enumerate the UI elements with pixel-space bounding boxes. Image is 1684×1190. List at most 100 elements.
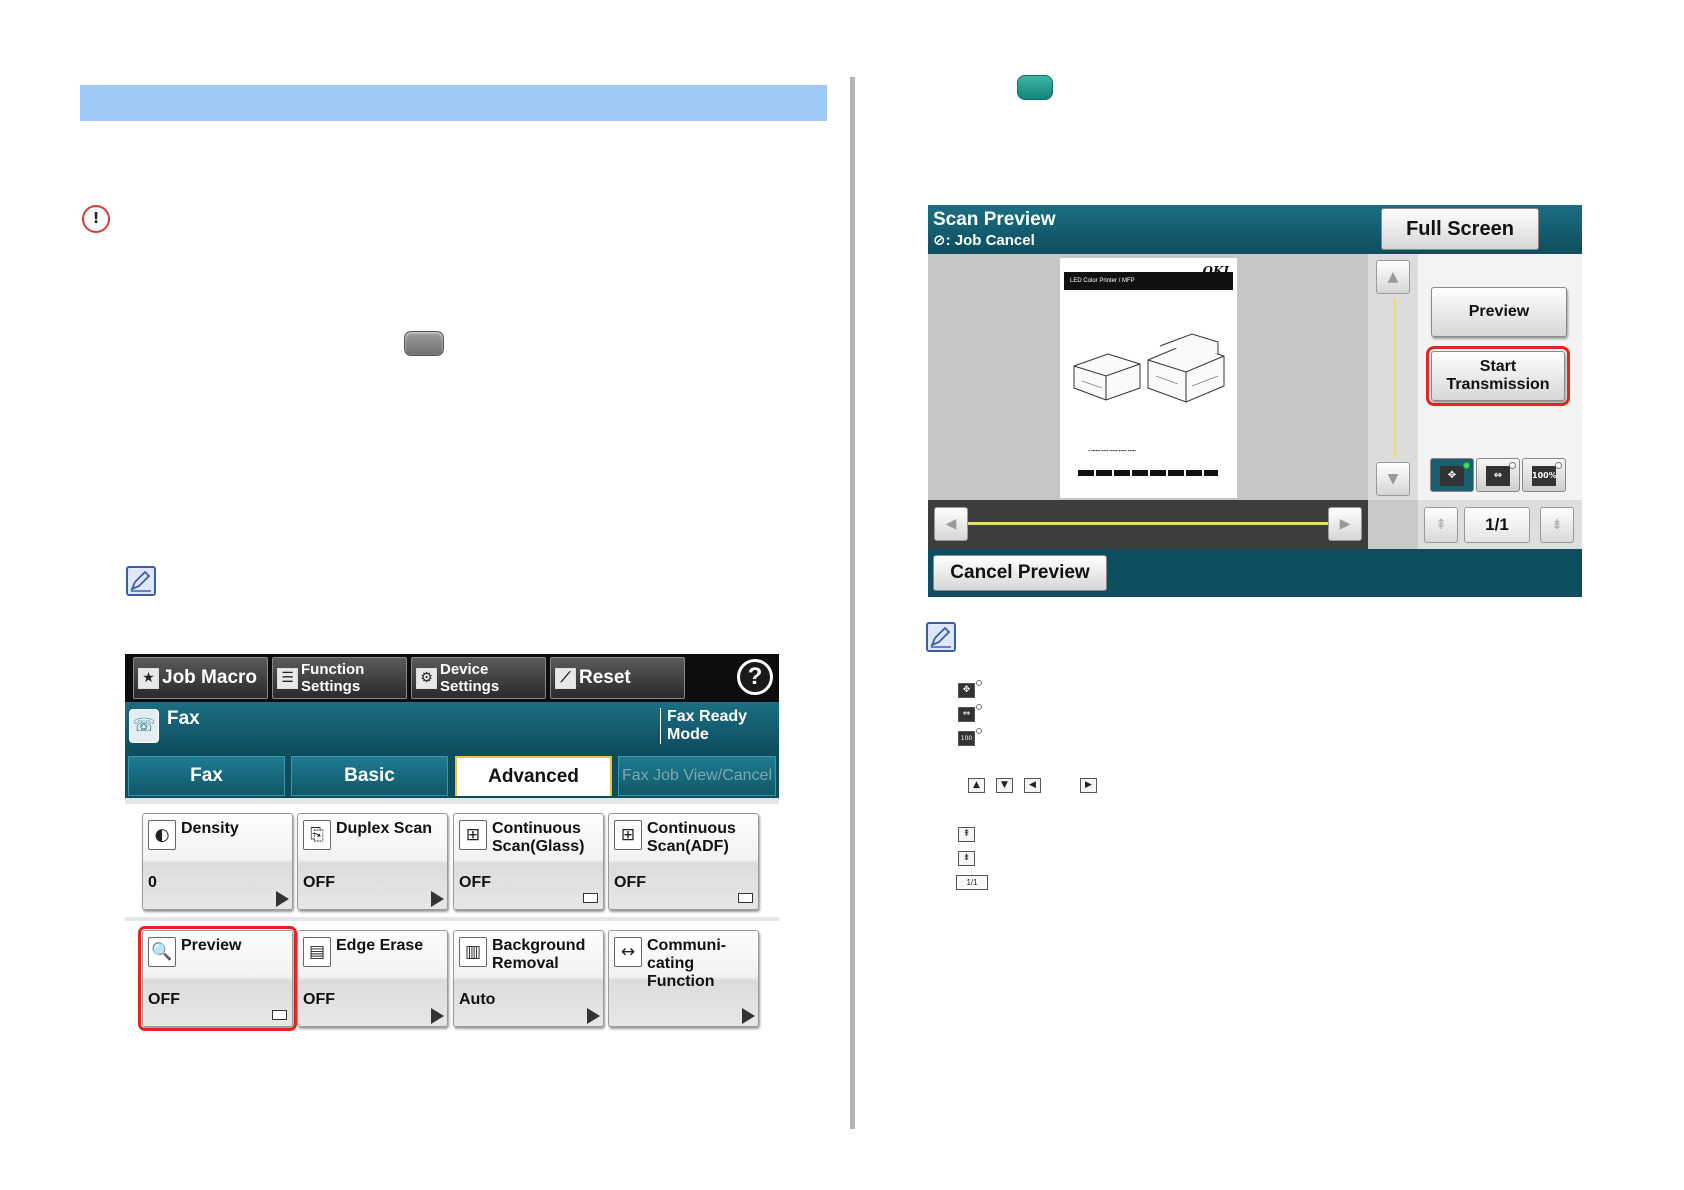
tile-label: Density — [181, 820, 239, 837]
tile-value: OFF — [459, 874, 491, 891]
tile-label: Edge Erase — [336, 937, 424, 954]
edge-erase-tile[interactable]: ▤ Edge Erase OFF — [297, 930, 448, 1027]
page-indicator-mini-icon: 1/1 — [956, 875, 988, 890]
full-screen-button[interactable]: Full Screen — [1381, 208, 1539, 250]
fit-page-icon: ✥ — [1440, 466, 1464, 486]
background-removal-icon: ▥ — [459, 937, 487, 967]
preview-area[interactable]: OKI LED Color Printer / MFP ▪ ▪▪▪▪▪▪ ▪▪▪… — [928, 254, 1368, 500]
scan-preview-screen: Scan Preview ⊘: Job Cancel Full Screen O… — [928, 205, 1582, 597]
actual-size-icon: 100% — [1532, 466, 1557, 486]
doc-header-band: LED Color Printer / MFP — [1064, 272, 1233, 290]
popup-indicator-icon — [738, 893, 753, 903]
tile-value: OFF — [303, 991, 335, 1008]
status-text: Fax Ready Mode — [660, 708, 772, 744]
scan-preview-footer: Cancel Preview — [928, 549, 1582, 597]
continuous-adf-icon: ⊞ — [614, 820, 642, 850]
reset-button[interactable]: ⟋ Reset — [550, 657, 685, 699]
next-page-mini-icon: ⇟ — [958, 851, 975, 866]
popup-indicator-icon — [583, 893, 598, 903]
fit-width-zoom-button[interactable]: ⇔ — [1476, 458, 1520, 492]
previous-page-button[interactable]: ⇞ — [1424, 507, 1458, 543]
arrow-right-icon — [742, 1008, 755, 1024]
memo-icon — [926, 622, 956, 652]
preview-tile[interactable]: 🔍 Preview OFF — [138, 926, 297, 1031]
scroll-right-button[interactable]: ▶ — [1328, 507, 1362, 541]
actual-size-zoom-button[interactable]: 100% — [1522, 458, 1566, 492]
scroll-down-mini-icon: ▼ — [996, 778, 1013, 793]
fit-page-mini-icon: ✥ — [958, 683, 975, 698]
scroll-up-mini-icon: ▲ — [968, 778, 985, 793]
top-toolbar: ★ Job Macro ☰ Function Settings ⚙ Device… — [125, 654, 779, 702]
tile-value: OFF — [148, 991, 180, 1008]
preview-page: OKI LED Color Printer / MFP ▪ ▪▪▪▪▪▪ ▪▪▪… — [1060, 258, 1237, 498]
unselected-dot-icon — [1555, 462, 1562, 469]
continuous-scan-adf-tile[interactable]: ⊞ Continuous Scan(ADF) OFF — [608, 813, 759, 910]
fit-page-zoom-button[interactable]: ✥ — [1430, 458, 1474, 492]
scan-preview-header: Scan Preview ⊘: Job Cancel Full Screen — [928, 205, 1582, 254]
arrow-right-icon — [276, 891, 289, 907]
edge-erase-icon: ▤ — [303, 937, 331, 967]
continuous-glass-icon: ⊞ — [459, 820, 487, 850]
popup-indicator-icon — [272, 1010, 287, 1020]
tile-value: Auto — [459, 991, 496, 1008]
scroll-down-button[interactable]: ▼ — [1376, 462, 1410, 496]
communicating-function-tile[interactable]: ↔ Communi- cating Function — [608, 930, 759, 1027]
device-settings-button[interactable]: ⚙ Device Settings — [411, 657, 546, 699]
previous-page-mini-icon: ⇞ — [958, 827, 975, 842]
communication-icon: ↔ — [614, 937, 642, 967]
unselected-dot-icon — [1509, 462, 1516, 469]
duplex-scan-tile[interactable]: ⎘ Duplex Scan OFF — [297, 813, 448, 910]
tile-value: OFF — [614, 874, 646, 891]
arrow-right-icon — [587, 1008, 600, 1024]
job-cancel-text: : Job Cancel — [945, 232, 1035, 249]
function-settings-label: Function Settings — [301, 661, 365, 695]
job-macro-label: Job Macro — [162, 667, 258, 688]
gear-icon: ⚙ — [416, 667, 437, 689]
scroll-right-mini-icon: ▶ — [1080, 778, 1097, 793]
density-tile[interactable]: ◐ Density 0 — [142, 813, 293, 910]
tile-label: Continuous Scan(ADF) — [647, 820, 736, 855]
caution-icon: ! — [82, 205, 110, 233]
cancel-preview-button[interactable]: Cancel Preview — [933, 555, 1107, 591]
doc-barcode — [1078, 470, 1218, 476]
status-bar: ☏ Fax Fax Ready Mode — [125, 702, 779, 752]
preview-controls: Preview Start Transmission ✥ ⇔ 100% — [1418, 254, 1582, 500]
printer-illustration — [1073, 333, 1225, 403]
arrow-right-icon — [431, 1008, 444, 1024]
scroll-left-mini-icon: ◀ — [1024, 778, 1041, 793]
reset-label: Reset — [579, 667, 631, 688]
dot-mini-icon — [976, 704, 982, 710]
help-button[interactable]: ? — [737, 659, 773, 695]
device-settings-label: Device Settings — [440, 661, 500, 695]
fit-width-icon: ⇔ — [1486, 466, 1510, 486]
reset-icon: ⟋ — [555, 667, 576, 689]
stop-icon: ⊘ — [933, 231, 946, 249]
function-settings-button[interactable]: ☰ Function Settings — [272, 657, 407, 699]
doc-tagline: ▪ ▪▪▪▪▪▪ ▪▪▪▪ ▪▪▪▪▪ ▪▪▪▪▪ ▪▪▪▪▪ — [1088, 448, 1136, 453]
tab-advanced[interactable]: Advanced — [455, 756, 612, 796]
tile-value: 0 — [148, 874, 157, 891]
tab-fax-job-view-cancel[interactable]: Fax Job View/Cancel — [618, 756, 776, 796]
preview-button[interactable]: Preview — [1431, 287, 1567, 337]
screen-title: Scan Preview — [933, 209, 1056, 230]
tab-basic[interactable]: Basic — [291, 756, 448, 796]
fax-icon: ☏ — [129, 709, 159, 743]
mode-title: Fax — [167, 708, 200, 729]
scroll-left-button[interactable]: ◀ — [934, 507, 968, 541]
actual-size-mini-icon: 100 — [958, 731, 975, 746]
gray-key-icon — [404, 331, 444, 356]
page-indicator[interactable]: 1/1 — [1464, 507, 1530, 543]
scroll-up-button[interactable]: ▲ — [1376, 260, 1410, 294]
separator — [125, 798, 779, 804]
continuous-scan-glass-tile[interactable]: ⊞ Continuous Scan(Glass) OFF — [453, 813, 604, 910]
dot-mini-icon — [976, 728, 982, 734]
vertical-scrollbar[interactable]: ▲ ▼ — [1376, 260, 1412, 496]
arrow-right-icon — [431, 891, 444, 907]
job-cancel-hint: ⊘: Job Cancel — [933, 231, 1035, 249]
start-transmission-button[interactable]: Start Transmission — [1426, 346, 1570, 406]
page-navigation: ⇞ 1/1 ⇟ — [1418, 500, 1582, 549]
tab-fax[interactable]: Fax — [128, 756, 285, 796]
background-removal-tile[interactable]: ▥ Background Removal Auto — [453, 930, 604, 1027]
job-macro-button[interactable]: ★ Job Macro — [133, 657, 268, 699]
next-page-button[interactable]: ⇟ — [1540, 507, 1574, 543]
